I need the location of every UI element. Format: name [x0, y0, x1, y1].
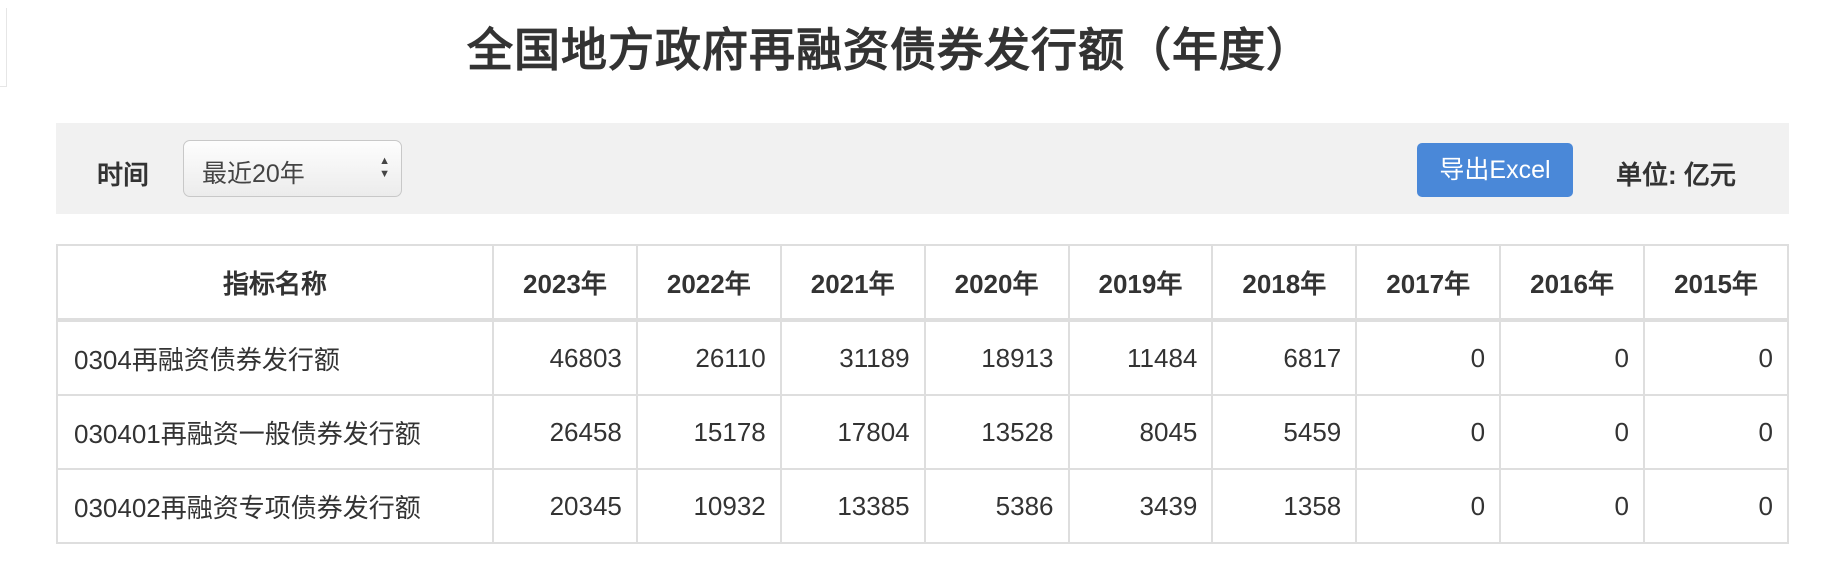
toolbar: 时间 最近20年 ▲ ▼ 导出Excel 单位: 亿元	[56, 123, 1789, 214]
data-table: 指标名称 2023年 2022年 2021年 2020年 2019年 2018年 2017年 2…	[56, 244, 1789, 544]
value-cell: 46803	[492, 319, 638, 396]
value-cell: 5459	[1211, 394, 1358, 470]
column-header-year: 2019年	[1067, 244, 1214, 321]
value-cell: 26110	[635, 319, 782, 396]
export-excel-button[interactable]: 导出Excel	[1417, 143, 1573, 197]
indicator-name: 0304再融资债券发行额	[56, 319, 494, 396]
column-header-year: 2020年	[923, 244, 1070, 321]
value-cell: 15178	[635, 394, 782, 470]
value-cell: 26458	[492, 394, 638, 470]
value-cell: 31189	[779, 319, 926, 396]
value-cell: 20345	[492, 468, 638, 544]
indicator-name: 030401再融资一般债券发行额	[56, 394, 494, 470]
time-range-select[interactable]: 最近20年 ▲ ▼	[183, 140, 402, 197]
value-cell: 0	[1355, 468, 1502, 544]
value-cell: 6817	[1211, 319, 1358, 396]
value-cell: 0	[1499, 319, 1645, 396]
table-row: 0304再融资债券发行额 46803 26110 31189 18913 11484 681…	[56, 319, 1789, 396]
table-row: 030402再融资专项债券发行额 20345 10932 13385 5386 3439 1…	[56, 468, 1789, 544]
value-cell: 17804	[779, 394, 926, 470]
value-cell: 8045	[1067, 394, 1214, 470]
value-cell: 1358	[1211, 468, 1358, 544]
select-arrows-icon: ▲ ▼	[379, 155, 390, 180]
column-header-year: 2023年	[492, 244, 638, 321]
page-title: 全国地方政府再融资债券发行额（年度）	[467, 24, 1313, 76]
column-header-year: 2016年	[1499, 244, 1645, 321]
indicator-name: 030402再融资专项债券发行额	[56, 468, 494, 544]
column-header-year: 2021年	[779, 244, 926, 321]
value-cell: 0	[1499, 468, 1645, 544]
value-cell: 18913	[923, 319, 1070, 396]
table-row: 030401再融资一般债券发行额 26458 15178 17804 13528 8045…	[56, 394, 1789, 470]
value-cell: 0	[1643, 319, 1789, 396]
value-cell: 13528	[923, 394, 1070, 470]
table-header-row: 指标名称 2023年 2022年 2021年 2020年 2019年 2018年 2017年 2…	[56, 244, 1789, 321]
value-cell: 0	[1643, 468, 1789, 544]
column-header-year: 2022年	[635, 244, 782, 321]
value-cell: 11484	[1067, 319, 1214, 396]
column-header-year: 2018年	[1211, 244, 1358, 321]
value-cell: 0	[1499, 394, 1645, 470]
column-header-year: 2017年	[1355, 244, 1502, 321]
value-cell: 0	[1643, 394, 1789, 470]
time-label: 时间	[97, 160, 150, 190]
value-cell: 5386	[923, 468, 1070, 544]
value-cell: 0	[1355, 319, 1502, 396]
value-cell: 13385	[779, 468, 926, 544]
column-header-year: 2015年	[1643, 244, 1789, 321]
value-cell: 3439	[1067, 468, 1214, 544]
unit-label: 单位: 亿元	[1616, 160, 1736, 190]
column-header-name: 指标名称	[56, 244, 494, 321]
value-cell: 0	[1355, 394, 1502, 470]
time-range-value: 最近20年	[202, 160, 305, 188]
value-cell: 10932	[635, 468, 782, 544]
